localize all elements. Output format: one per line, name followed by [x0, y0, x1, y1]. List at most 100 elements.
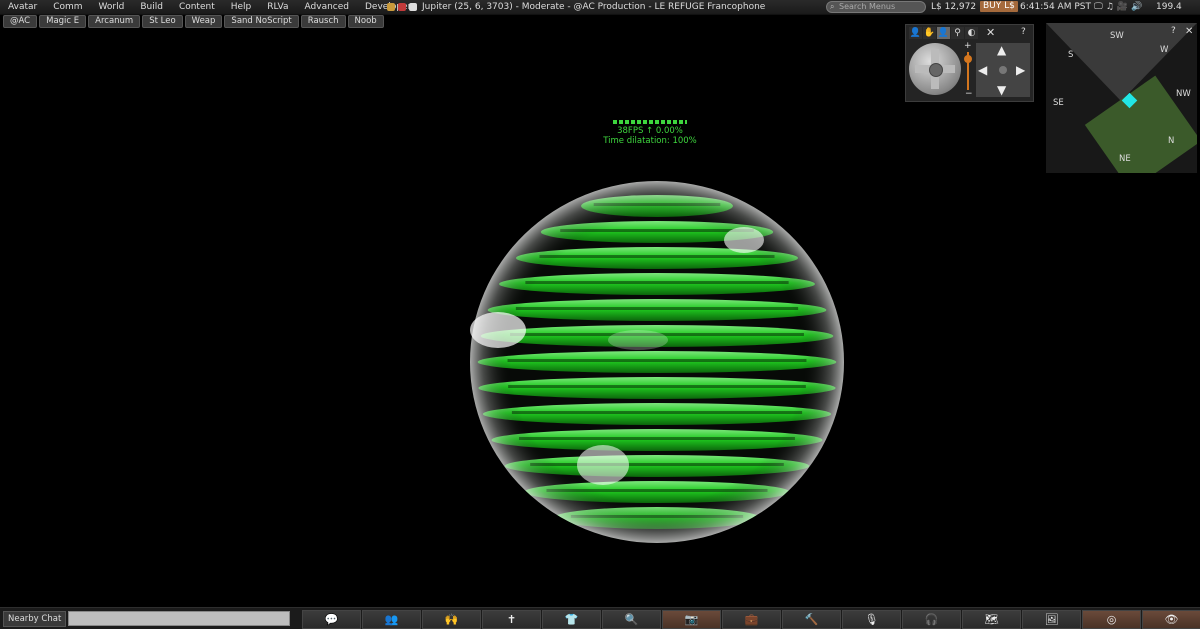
- location-bar[interactable]: Jupiter (25, 6, 3703) - Moderate - @AC P…: [387, 0, 765, 14]
- search-menus-input[interactable]: ⌕ Search Menus: [826, 1, 926, 13]
- location-text[interactable]: Jupiter (25, 6, 3703) - Moderate - @AC P…: [422, 0, 765, 14]
- favorite-arcanum[interactable]: Arcanum: [88, 15, 141, 28]
- camera-side-view-icon[interactable]: ✋: [923, 27, 936, 39]
- volume-icon[interactable]: 🔊: [1131, 1, 1142, 13]
- camera-mouselook-icon[interactable]: ◐: [965, 27, 978, 39]
- pose-button[interactable]: ✝: [482, 610, 541, 629]
- favorite-ac[interactable]: @AC: [3, 15, 38, 28]
- bandwidth[interactable]: 199.4: [1156, 0, 1182, 14]
- people-icon: 👥: [384, 613, 399, 626]
- menu-comm[interactable]: Comm: [45, 0, 90, 14]
- favorite-noob[interactable]: Noob: [347, 15, 384, 28]
- video-icon[interactable]: 🎥: [1117, 1, 1128, 13]
- menu-rlva[interactable]: RLVa: [259, 0, 296, 14]
- snapshot-icon: 📷: [684, 613, 699, 626]
- green-sphere: [470, 181, 844, 543]
- menu-avatar[interactable]: Avatar: [0, 0, 45, 14]
- balance[interactable]: L$ 12,972: [931, 0, 976, 14]
- pose-icon: ✝: [506, 613, 517, 626]
- help-icon[interactable]: ?: [1021, 27, 1026, 37]
- dir-w: W: [1160, 45, 1169, 55]
- chat-input[interactable]: [68, 611, 290, 626]
- favorite-weap[interactable]: Weap: [184, 15, 223, 28]
- pan-left-icon[interactable]: ◀: [978, 63, 987, 77]
- media-icon[interactable]: ♫: [1106, 1, 1114, 13]
- fps-readout: 38FPS ↑ 0.00%: [617, 126, 683, 136]
- monitor-icon[interactable]: 🖵: [1094, 1, 1103, 13]
- nearby-chat-button[interactable]: Nearby Chat: [3, 611, 67, 627]
- gestures-icon: 🙌: [444, 613, 459, 626]
- menu-advanced[interactable]: Advanced: [297, 0, 357, 14]
- favorite-magic-e[interactable]: Magic E: [39, 15, 87, 28]
- appearance-icon: 👕: [564, 613, 579, 626]
- buy-currency-button[interactable]: BUY L$: [980, 1, 1018, 12]
- camera-rear-view-icon[interactable]: 👤: [937, 27, 950, 39]
- chat-icon: 💬: [324, 613, 339, 626]
- parcel-icon[interactable]: [387, 3, 395, 11]
- zoom-slider[interactable]: + −: [964, 41, 973, 99]
- menu-help[interactable]: Help: [223, 0, 260, 14]
- favorite-sand-noscript[interactable]: Sand NoScript: [224, 15, 299, 28]
- camera-front-view-icon[interactable]: 👤: [909, 27, 922, 39]
- stats-overlay: 38FPS ↑ 0.00% Time dilatation: 100%: [590, 120, 710, 146]
- menu-build[interactable]: Build: [132, 0, 171, 14]
- search-menus-placeholder: Search Menus: [839, 2, 896, 11]
- toolbar-buttons: 💬 👥 🙌 ✝ 👕 🔍 📷 💼 🔨 🎙 🎧 🗺 🖼 ◎ 👁: [302, 610, 1200, 629]
- headset-icon: 🎧: [924, 613, 939, 626]
- main-menu: Avatar Comm World Build Content Help RLVa Advan…: [0, 0, 419, 14]
- close-icon[interactable]: ✕: [986, 26, 995, 39]
- no-fly-icon[interactable]: [398, 3, 406, 11]
- search-icon: 🔍: [624, 613, 639, 626]
- favorite-rausch[interactable]: Rausch: [300, 15, 346, 28]
- favorite-st-leo[interactable]: St Leo: [142, 15, 183, 28]
- orbit-control[interactable]: [909, 43, 961, 95]
- chat-button[interactable]: 💬: [302, 610, 361, 629]
- minimap-button[interactable]: 🖼: [1022, 610, 1081, 629]
- voice-button[interactable]: 🎙: [842, 610, 901, 629]
- zoom-out-icon[interactable]: −: [965, 89, 973, 99]
- pan-control[interactable]: ▲ ▼ ◀ ▶: [976, 43, 1030, 97]
- help-icon[interactable]: ?: [1171, 26, 1176, 36]
- status-icons: 🖵 ♫ 🎥 🔊: [1094, 1, 1142, 13]
- search-button[interactable]: 🔍: [602, 610, 661, 629]
- pan-center: [999, 66, 1007, 74]
- view-button[interactable]: 👁: [1142, 610, 1200, 629]
- clock: 6:41:54 AM PST: [1020, 2, 1091, 12]
- dir-nw: NW: [1176, 89, 1191, 99]
- camera-object-view-icon[interactable]: ⚲: [951, 27, 964, 39]
- appearance-button[interactable]: 👕: [542, 610, 601, 629]
- build-button[interactable]: 🔨: [782, 610, 841, 629]
- inventory-icon: 💼: [744, 613, 759, 626]
- pan-right-icon[interactable]: ▶: [1016, 63, 1025, 77]
- snapshot-button[interactable]: 📷: [662, 610, 721, 629]
- search-icon: ⌕: [830, 2, 835, 11]
- map-icon: 🗺: [984, 613, 999, 626]
- gestures-button[interactable]: 🙌: [422, 610, 481, 629]
- fps-bar: [613, 120, 687, 124]
- scene-object[interactable]: [468, 180, 846, 545]
- bottom-toolbar: Nearby Chat 💬 👥 🙌 ✝ 👕 🔍 📷 💼 🔨 🎙 🎧 🗺 🖼 ◎ 👁: [0, 607, 1200, 629]
- dir-n: N: [1168, 136, 1175, 146]
- minimap[interactable]: SW W S NW SE N NE ? ✕: [1046, 23, 1197, 173]
- zoom-in-icon[interactable]: +: [964, 41, 972, 51]
- radar-button[interactable]: ◎: [1082, 610, 1141, 629]
- menu-world[interactable]: World: [91, 0, 133, 14]
- camera-controls: 👤 ✋ 👤 ⚲ ◐ ✕ ? + − ▲ ▼ ◀ ▶: [905, 24, 1034, 102]
- dir-s: S: [1068, 50, 1074, 60]
- people-button[interactable]: 👥: [362, 610, 421, 629]
- minimap-icon: 🖼: [1044, 613, 1059, 626]
- inventory-button[interactable]: 💼: [722, 610, 781, 629]
- dir-ne: NE: [1119, 154, 1131, 164]
- menu-content[interactable]: Content: [171, 0, 223, 14]
- zoom-knob[interactable]: [964, 55, 972, 63]
- pan-up-icon[interactable]: ▲: [997, 43, 1006, 57]
- no-push-icon[interactable]: [409, 3, 417, 11]
- close-icon[interactable]: ✕: [1185, 26, 1193, 37]
- favorites-bar: @AC Magic E Arcanum St Leo Weap Sand NoScript…: [3, 15, 384, 28]
- time-dilation: Time dilatation: 100%: [603, 136, 697, 146]
- pan-down-icon[interactable]: ▼: [997, 83, 1006, 97]
- dir-sw: SW: [1110, 31, 1124, 41]
- headset-button[interactable]: 🎧: [902, 610, 961, 629]
- menu-bar: Avatar Comm World Build Content Help RLVa Advan…: [0, 0, 1200, 15]
- map-button[interactable]: 🗺: [962, 610, 1021, 629]
